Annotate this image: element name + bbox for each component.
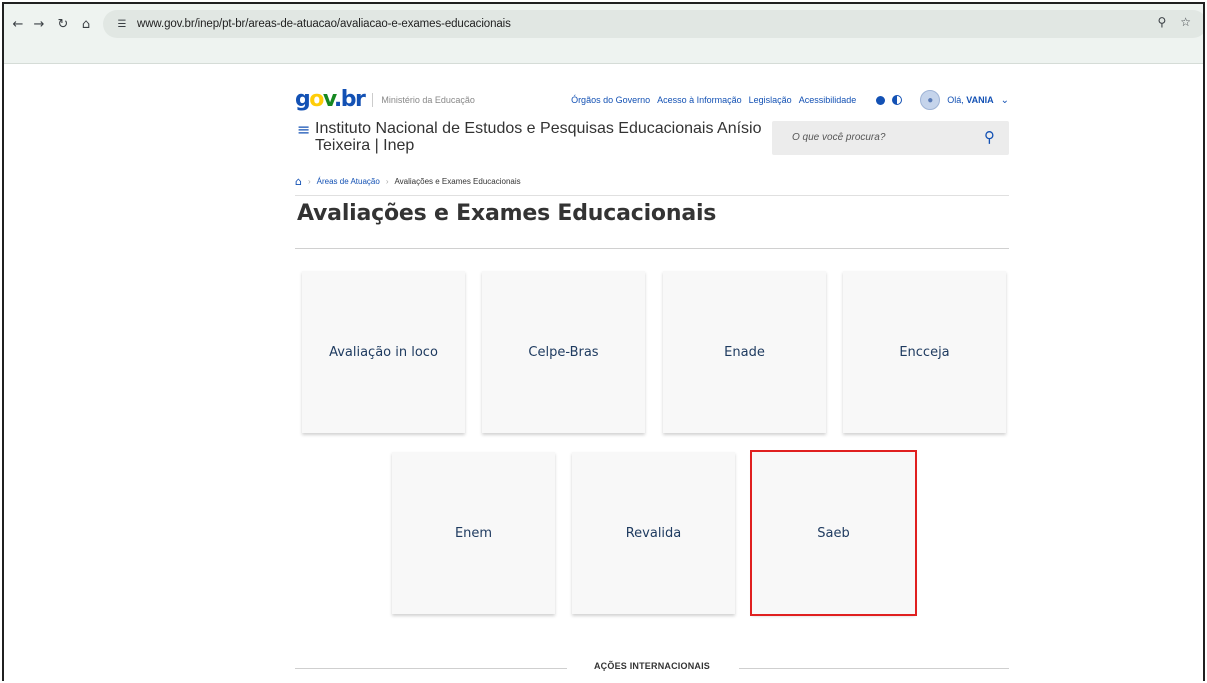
web-page: gov.br Ministério da Educação Órgãos do … xyxy=(4,64,1203,681)
link-orgaos-governo[interactable]: Órgãos do Governo xyxy=(571,95,650,105)
menu-icon[interactable]: ≡ xyxy=(297,122,310,138)
breadcrumb: ⌂ › Áreas de Atuação › Avaliações e Exam… xyxy=(295,175,521,188)
home-breadcrumb-icon[interactable]: ⌂ xyxy=(295,175,302,188)
zoom-icon[interactable]: ⚲ xyxy=(1157,15,1166,29)
card-label: Enade xyxy=(724,344,765,360)
search-icon[interactable]: ⚲ xyxy=(984,128,995,146)
gov-links: Órgãos do Governo Acesso à Informação Le… xyxy=(571,90,1009,110)
user-avatar-icon[interactable]: ● xyxy=(920,90,941,110)
chevron-right-icon: › xyxy=(385,177,389,186)
link-acessibilidade[interactable]: Acessibilidade xyxy=(799,95,857,105)
page-title: Avaliações e Exames Educacionais xyxy=(297,201,717,226)
home-icon[interactable]: ⌂ xyxy=(76,14,96,34)
card-label: Enem xyxy=(454,525,493,541)
section-label: AÇÕES INTERNACIONAIS xyxy=(593,661,710,671)
page-container: gov.br Ministério da Educação Órgãos do … xyxy=(295,64,1009,681)
card-celpe-bras[interactable]: Celpe-Bras xyxy=(482,271,645,433)
user-greeting[interactable]: Olá, VANIA xyxy=(947,95,993,105)
contrast-icon[interactable] xyxy=(892,95,903,105)
card-avaliacao-in-loco[interactable]: Avaliação in loco xyxy=(302,271,465,433)
divider-line-right xyxy=(739,668,1009,669)
card-saeb[interactable]: Saeb xyxy=(750,450,917,616)
address-bar[interactable]: ☰ www.gov.br/inep/pt-br/areas-de-atuacao… xyxy=(103,10,1203,38)
card-label: Encceja xyxy=(899,344,950,360)
link-acesso-informacao[interactable]: Acesso à Informação xyxy=(657,95,742,105)
url-text[interactable]: www.gov.br/inep/pt-br/areas-de-atuacao/a… xyxy=(137,18,511,30)
divider xyxy=(295,195,1009,196)
govbr-logo[interactable]: gov.br xyxy=(295,89,366,111)
breadcrumb-current: Avaliações e Exames Educacionais xyxy=(394,177,521,186)
card-label: Avaliação in loco xyxy=(329,344,438,360)
card-enade[interactable]: Enade xyxy=(663,271,826,433)
site-title[interactable]: Instituto Nacional de Estudos e Pesquisa… xyxy=(315,120,775,154)
card-label: Celpe-Bras xyxy=(528,344,599,360)
divider xyxy=(295,248,1009,249)
card-label: Saeb xyxy=(817,525,850,541)
theme-icon[interactable] xyxy=(876,95,886,105)
search-placeholder: O que você procura? xyxy=(792,132,886,143)
gov-header-bar: gov.br Ministério da Educação Órgãos do … xyxy=(295,88,1009,112)
card-enem[interactable]: Enem xyxy=(392,452,555,614)
bookmark-star-icon[interactable]: ☆ xyxy=(1180,15,1191,29)
chevron-down-icon[interactable]: ⌄ xyxy=(1001,95,1009,106)
site-info-icon[interactable]: ☰ xyxy=(115,17,129,31)
chevron-right-icon: › xyxy=(307,177,311,186)
link-legislacao[interactable]: Legislação xyxy=(749,95,792,105)
reload-icon[interactable]: ↻ xyxy=(53,14,73,34)
greeting-text: Olá, xyxy=(947,95,964,105)
card-revalida[interactable]: Revalida xyxy=(572,452,735,614)
username: VANIA xyxy=(966,95,994,105)
card-encceja[interactable]: Encceja xyxy=(843,271,1006,433)
back-icon[interactable]: ← xyxy=(8,14,28,34)
browser-window: ← → ↻ ⌂ ☰ www.gov.br/inep/pt-br/areas-de… xyxy=(2,2,1205,681)
ministry-name: Ministério da Educação xyxy=(372,93,475,107)
card-label: Revalida xyxy=(625,525,682,541)
breadcrumb-areas-atuacao[interactable]: Áreas de Atuação xyxy=(317,177,380,186)
forward-icon[interactable]: → xyxy=(29,14,49,34)
search-input[interactable]: O que você procura? ⚲ xyxy=(772,121,1009,155)
section-divider: AÇÕES INTERNACIONAIS xyxy=(295,661,1009,677)
browser-toolbar: ← → ↻ ⌂ ☰ www.gov.br/inep/pt-br/areas-de… xyxy=(4,4,1203,64)
